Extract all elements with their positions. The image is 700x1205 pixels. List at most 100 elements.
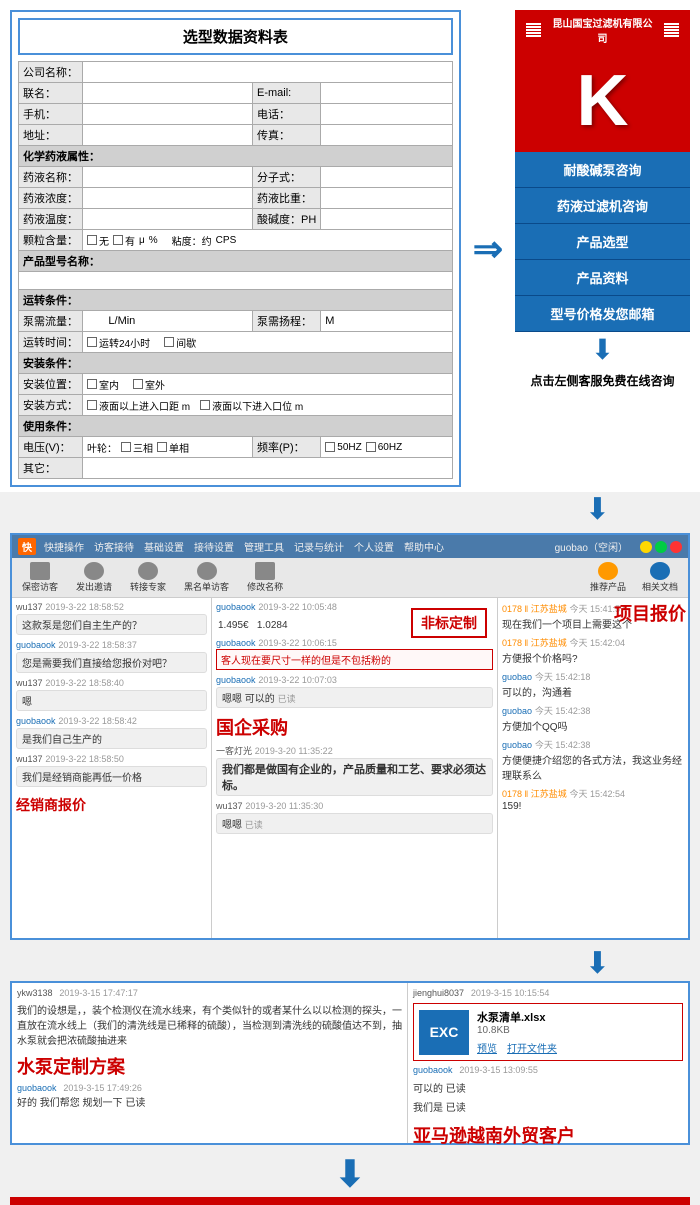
right-content-3: 方便加个QQ吗 (502, 718, 684, 733)
sender-wu137-2: wu137 (16, 678, 43, 688)
arrow-right-area: ⇒ (471, 10, 505, 487)
menu-btn-2[interactable]: 产品选型 (515, 224, 690, 260)
fax-label: 传真： (252, 125, 320, 146)
liquid-options: 液面以上进入口距 m 液面以下进入口位 m (87, 398, 448, 413)
toolbar-blacklist[interactable]: 黑名单访客 (180, 560, 233, 595)
phone-value (83, 104, 253, 125)
file-info: 水泵清单.xlsx 10.8KB 预览 打开文件夹 (477, 1009, 557, 1055)
form-table: 公司名称： 联名： E-mail: 手机： 电话： 地址： 传真： (18, 61, 453, 479)
water-pump-label: 水泵定制方案 (17, 1057, 125, 1077)
menu-btn-3[interactable]: 产品资料 (515, 260, 690, 296)
acid-ph-label: 酸碱度：PH (252, 209, 320, 230)
chat-center: 非标定制 guobaook 2019-3-22 10:05:48 1.495€ … (212, 598, 498, 938)
above-liquid: 液面以上进入口距 m (87, 398, 190, 413)
nav-help[interactable]: 帮助中心 (404, 539, 444, 554)
toolbar-recommend[interactable]: 推荐产品 (586, 560, 630, 595)
barcode-line-8 (664, 29, 679, 31)
freq-label: 频率(P)： (252, 437, 320, 458)
specific-gravity-value (321, 188, 453, 209)
toolbar-rename[interactable]: 修改名称 (243, 560, 287, 595)
barcode-line-9 (664, 32, 679, 34)
nav-visit[interactable]: 访客接待 (94, 539, 134, 554)
transfer-icon (138, 562, 158, 580)
chat-right: 项目报价 0178 ‖ 江苏盐城 今天 15:41:57 现在我们一个项目上需要… (498, 598, 688, 938)
right-content-2: 可以的，沟通着 (502, 684, 684, 699)
nav-reception[interactable]: 接待设置 (194, 539, 234, 554)
menu-btn-1[interactable]: 药液过滤机咨询 (515, 188, 690, 224)
bubble-center-2: 嗯嗯 可以的 已读 (216, 687, 493, 708)
barcode-line-10 (664, 35, 679, 37)
email-label: E-mail: (252, 83, 320, 104)
nav-quick[interactable]: 快捷操作 (44, 539, 84, 554)
bubble-guobao-1: 您是需要我们直接给您报价对吧？ (16, 652, 207, 673)
run-options: 运转24小时 间歇 (87, 335, 448, 350)
highlighted-msg: 客人现在要尺寸一样的但是不包括粉的 (216, 649, 493, 670)
molecule-label: 分子式： (252, 167, 320, 188)
right-sender-1: 0178 ‖ 江苏盐城 (502, 638, 567, 648)
bottom-time-2: 2019-3-15 17:49:26 (63, 1083, 142, 1093)
freq-value: 50HZ 60HZ (321, 437, 453, 458)
nav-mgmt[interactable]: 管理工具 (244, 539, 284, 554)
barcode-line-7 (664, 26, 679, 28)
bottom-right-sender2-row: guobaook 2019-3-15 13:09:55 (413, 1065, 683, 1076)
preview-link[interactable]: 预览 (477, 1040, 497, 1055)
toolbar-transfer[interactable]: 转接专家 (126, 560, 170, 595)
blacklist-icon (197, 562, 217, 580)
company-value (83, 62, 453, 83)
tel-value (321, 104, 453, 125)
maximize-btn[interactable] (655, 541, 667, 553)
center-msg-3: 一客灯光 2019-3-20 11:35:22 我们都是做国有企业的，产品质量和… (216, 744, 493, 796)
toolbar-protect[interactable]: 保密访客 (18, 560, 62, 595)
sender-guobao-1: guobaook (16, 640, 56, 650)
sender-guobao-2: guobaook (16, 716, 56, 726)
close-btn[interactable] (670, 541, 682, 553)
bottom-right-time: 2019-3-15 10:15:54 (471, 988, 550, 998)
non-standard-label: 非标定制 (411, 608, 487, 638)
toolbar-right: 推荐产品 相关文档 (586, 560, 682, 595)
chat-topbar: 快 快捷操作 访客接待 基础设置 接待设置 管理工具 记录与统计 个人设置 帮助… (12, 535, 688, 558)
nav-basic[interactable]: 基础设置 (144, 539, 184, 554)
file-size: 10.8KB (477, 1025, 557, 1036)
right-sender-5: 0178 ‖ 江苏盐城 (502, 789, 567, 799)
bottom-sender-2: guobaook (17, 1083, 57, 1093)
install-method-label: 安装方式： (19, 395, 83, 416)
install-loc-value: 室内 室外 (83, 374, 453, 395)
contact-value (83, 83, 253, 104)
right-msg-3: guobao 今天 15:42:38 方便加个QQ吗 (502, 704, 684, 733)
product-section-header: 产品型号名称： (19, 251, 453, 272)
project-quote-label: 项目报价 (614, 600, 686, 626)
center-msg-4: wu137 2019-3-20 11:35:30 嗯嗯 已读 (216, 801, 493, 834)
right-sender-3: guobao (502, 706, 532, 716)
open-folder-link[interactable]: 打开文件夹 (507, 1040, 557, 1055)
run-time-value: 运转24小时 间歇 (83, 332, 453, 353)
barcode-right (664, 23, 679, 37)
menu-btn-0[interactable]: 耐酸碱泵咨询 (515, 152, 690, 188)
barcode-line-1 (526, 23, 541, 25)
right-msg-1: 0178 ‖ 江苏盐城 今天 15:42:04 方便报个价格吗? (502, 636, 684, 665)
arrow-down-1: ⬇ (515, 332, 690, 368)
project-quote-area: 项目报价 (614, 600, 686, 626)
menu-btn-4[interactable]: 型号价格发您邮箱 (515, 296, 690, 332)
toolbar-invite[interactable]: 发出邀请 (72, 560, 116, 595)
nav-records[interactable]: 记录与统计 (294, 539, 344, 554)
k-letter: K (577, 60, 629, 142)
left-msg-0: wu137 2019-3-22 18:58:52 这款泵是您们自主生产的？ (16, 602, 207, 635)
amazon-area: 亚马逊越南外贸客户 (413, 1122, 683, 1148)
final-arrow-area: ⬇ (0, 1151, 700, 1197)
company-label: 公司名称： (19, 62, 83, 83)
email-value (321, 83, 453, 104)
install-section-header: 安装条件： (19, 353, 453, 374)
other-label: 其它： (19, 458, 83, 479)
minimize-btn[interactable] (640, 541, 652, 553)
contact-label: 联名： (19, 83, 83, 104)
voltage-label: 电压(V)： (19, 437, 83, 458)
chat-section: 快 快捷操作 访客接待 基础设置 接待设置 管理工具 记录与统计 个人设置 帮助… (10, 533, 690, 940)
toolbar-article[interactable]: 相关文档 (638, 560, 682, 595)
tel-label: 电话： (252, 104, 320, 125)
center-sender-4: wu137 (216, 801, 243, 811)
protect-icon (30, 562, 50, 580)
bottom-red-bar (10, 1197, 690, 1205)
menu-buttons: 耐酸碱泵咨询 药液过滤机咨询 产品选型 产品资料 型号价格发您邮箱 (515, 152, 690, 332)
nav-personal[interactable]: 个人设置 (354, 539, 394, 554)
chat-nav: 快捷操作 访客接待 基础设置 接待设置 管理工具 记录与统计 个人设置 帮助中心 (44, 539, 444, 554)
